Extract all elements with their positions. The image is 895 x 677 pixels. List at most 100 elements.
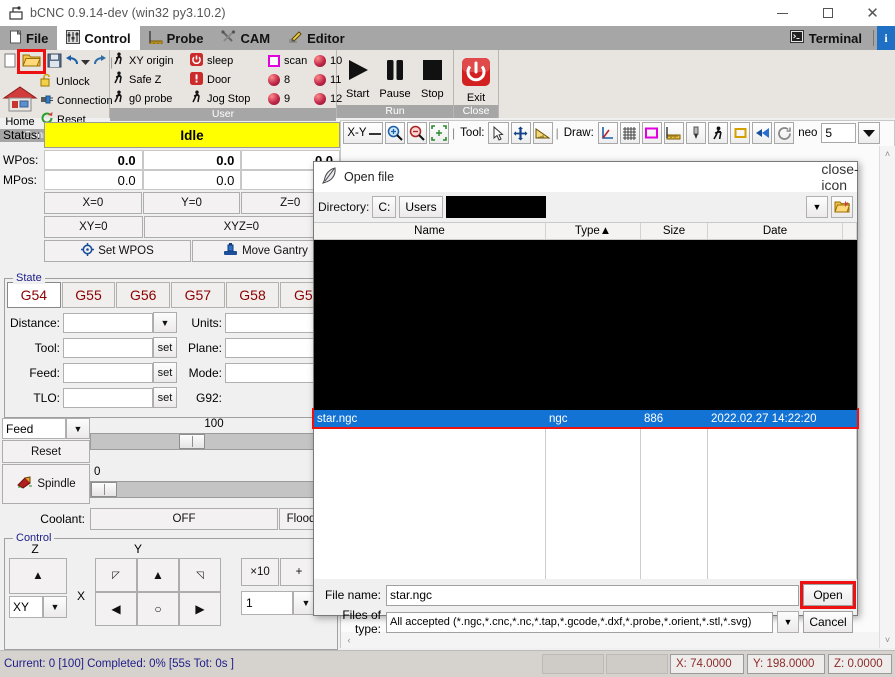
feed-input[interactable] [63,362,153,383]
margin-icon[interactable] [641,122,662,144]
user-button-9[interactable]: 9 [268,92,314,105]
spindle-override-slider[interactable] [90,481,338,498]
file-list-lower-pane[interactable] [314,427,857,579]
tab-probe[interactable]: Probe [140,26,213,50]
tab-control[interactable]: Control [57,26,140,50]
wcs-tab-g58[interactable]: G58 [225,282,280,308]
axes-icon[interactable] [597,122,618,144]
tab-file[interactable]: File [0,26,57,50]
canvas-vertical-scrollbar[interactable]: ˄ ˅ [879,146,895,648]
wcs-tab-g57[interactable]: G57 [171,282,225,308]
coolant-state-button[interactable]: OFF [90,508,278,530]
user-button-8[interactable]: 8 [268,73,314,86]
filename-input[interactable]: star.ngc [386,584,799,606]
zoom-fit-icon[interactable] [429,122,450,144]
start-button[interactable]: Start [339,51,376,100]
override-mode-select[interactable]: Feed [2,418,66,439]
filetype-select[interactable]: All accepted (*.ngc,*.cnc,*.nc,*.tap,*.g… [386,611,773,633]
wcs-tab-g55[interactable]: G55 [61,282,116,308]
tool-input[interactable] [63,337,153,358]
zero-xy-button[interactable]: XY=0 [44,216,143,238]
vscroll-track[interactable] [880,162,895,632]
tab-terminal[interactable]: Terminal [782,26,870,50]
step-multiply-button[interactable]: ×10 [241,558,279,586]
grid-icon[interactable] [619,122,640,144]
cursor-icon[interactable] [488,122,509,144]
jog-up-button[interactable]: ▲ [137,558,179,592]
runner-icon[interactable] [708,122,729,144]
endmill-icon[interactable] [685,122,706,144]
file-list-upper-pane[interactable] [314,240,857,410]
pause-button[interactable]: Pause [376,51,413,100]
new-folder-button[interactable] [831,196,853,218]
jog-plane-select[interactable]: XY [9,596,43,618]
ruler-icon[interactable] [663,122,684,144]
undo-icon[interactable] [65,54,79,70]
scroll-down-icon[interactable]: ˅ [880,632,895,648]
view-selector[interactable]: X-Y [343,122,383,144]
wpos-x[interactable]: 0.0 [44,150,143,170]
wcs-tab-g56[interactable]: G56 [116,282,171,308]
feed-set-button[interactable]: set [153,362,177,383]
zoom-out-icon[interactable] [406,122,427,144]
stop-button[interactable]: Stop [414,51,451,100]
workarea-icon[interactable] [730,122,751,144]
spindle-button[interactable]: Spindle [2,464,90,504]
paths-icon[interactable] [752,122,773,144]
feed-override-slider[interactable] [90,433,338,450]
path-segment-users[interactable]: Users [399,196,443,218]
column-header-size[interactable]: Size [641,223,708,239]
camera-icon[interactable] [774,122,795,144]
jog-up-left-button[interactable]: ◸ [95,558,137,592]
set-wpos-button[interactable]: Set WPOS [44,240,191,262]
filetype-dropdown[interactable]: ▼ [777,611,799,633]
jog-plane-dropdown[interactable]: ▼ [43,596,67,618]
distance-dropdown[interactable]: ▼ [153,312,177,333]
jog-right-button[interactable]: ▶ [179,592,221,626]
minimize-button[interactable] [760,0,805,26]
feed-slider-thumb[interactable] [179,434,205,449]
step-size-input[interactable]: 1 [241,591,293,615]
tool-set-button[interactable]: set [153,337,177,358]
save-icon[interactable] [47,53,62,71]
chevron-down-icon[interactable] [858,122,881,144]
wcs-tab-g54[interactable]: G54 [7,282,61,308]
user-button-g0-probe[interactable]: g0 probe [112,90,190,107]
user-button-door[interactable]: Door [190,71,268,88]
canvas-horizontal-scrollbar[interactable]: ‹ [341,632,879,648]
tlo-set-button[interactable]: set [153,387,177,408]
cancel-button[interactable]: Cancel [803,611,853,633]
chevron-down-icon[interactable] [81,55,90,69]
column-header-date[interactable]: Date [708,223,843,239]
open-button[interactable]: Open [800,581,856,609]
scroll-up-icon[interactable]: ˄ [880,146,895,162]
path-segment-redacted[interactable] [445,196,546,218]
zero-xyz-button[interactable]: XYZ=0 [143,216,339,238]
user-button-safe-z[interactable]: Safe Z [112,71,190,88]
zero-y-button[interactable]: Y=0 [142,192,241,214]
path-dropdown-button[interactable]: ▼ [806,196,828,218]
close-icon[interactable]: close-icon [821,161,858,193]
distance-input[interactable] [63,312,153,333]
redo-icon[interactable] [93,54,107,70]
exit-button[interactable]: Exit [457,51,495,105]
ruler-triangle-icon[interactable] [532,122,553,144]
jog-z-up-button[interactable]: ▲ [9,558,67,594]
file-list-selected-row[interactable]: star.ngc ngc 886 2022.02.27 14:22:20 [312,408,859,429]
info-button[interactable]: i [877,26,895,50]
wpos-y[interactable]: 0.0 [142,150,242,170]
override-reset-button[interactable]: Reset [2,440,90,463]
zoom-in-icon[interactable] [384,122,405,144]
user-button-scan[interactable]: scan [268,54,314,67]
tab-editor[interactable]: Editor [279,26,354,50]
tab-cam[interactable]: CAM [212,26,279,50]
zero-x-button[interactable]: X=0 [44,192,142,214]
open-folder-icon[interactable] [17,49,46,74]
connection-button[interactable]: Connection [38,91,115,110]
override-mode-dropdown[interactable]: ▼ [66,418,90,439]
column-header-type[interactable]: Type ▲ [546,223,641,239]
spindle-slider-thumb[interactable] [91,482,117,497]
pan-icon[interactable] [510,122,531,144]
close-icon[interactable]: ✕ [850,0,895,26]
user-button-sleep[interactable]: sleep [190,52,268,69]
